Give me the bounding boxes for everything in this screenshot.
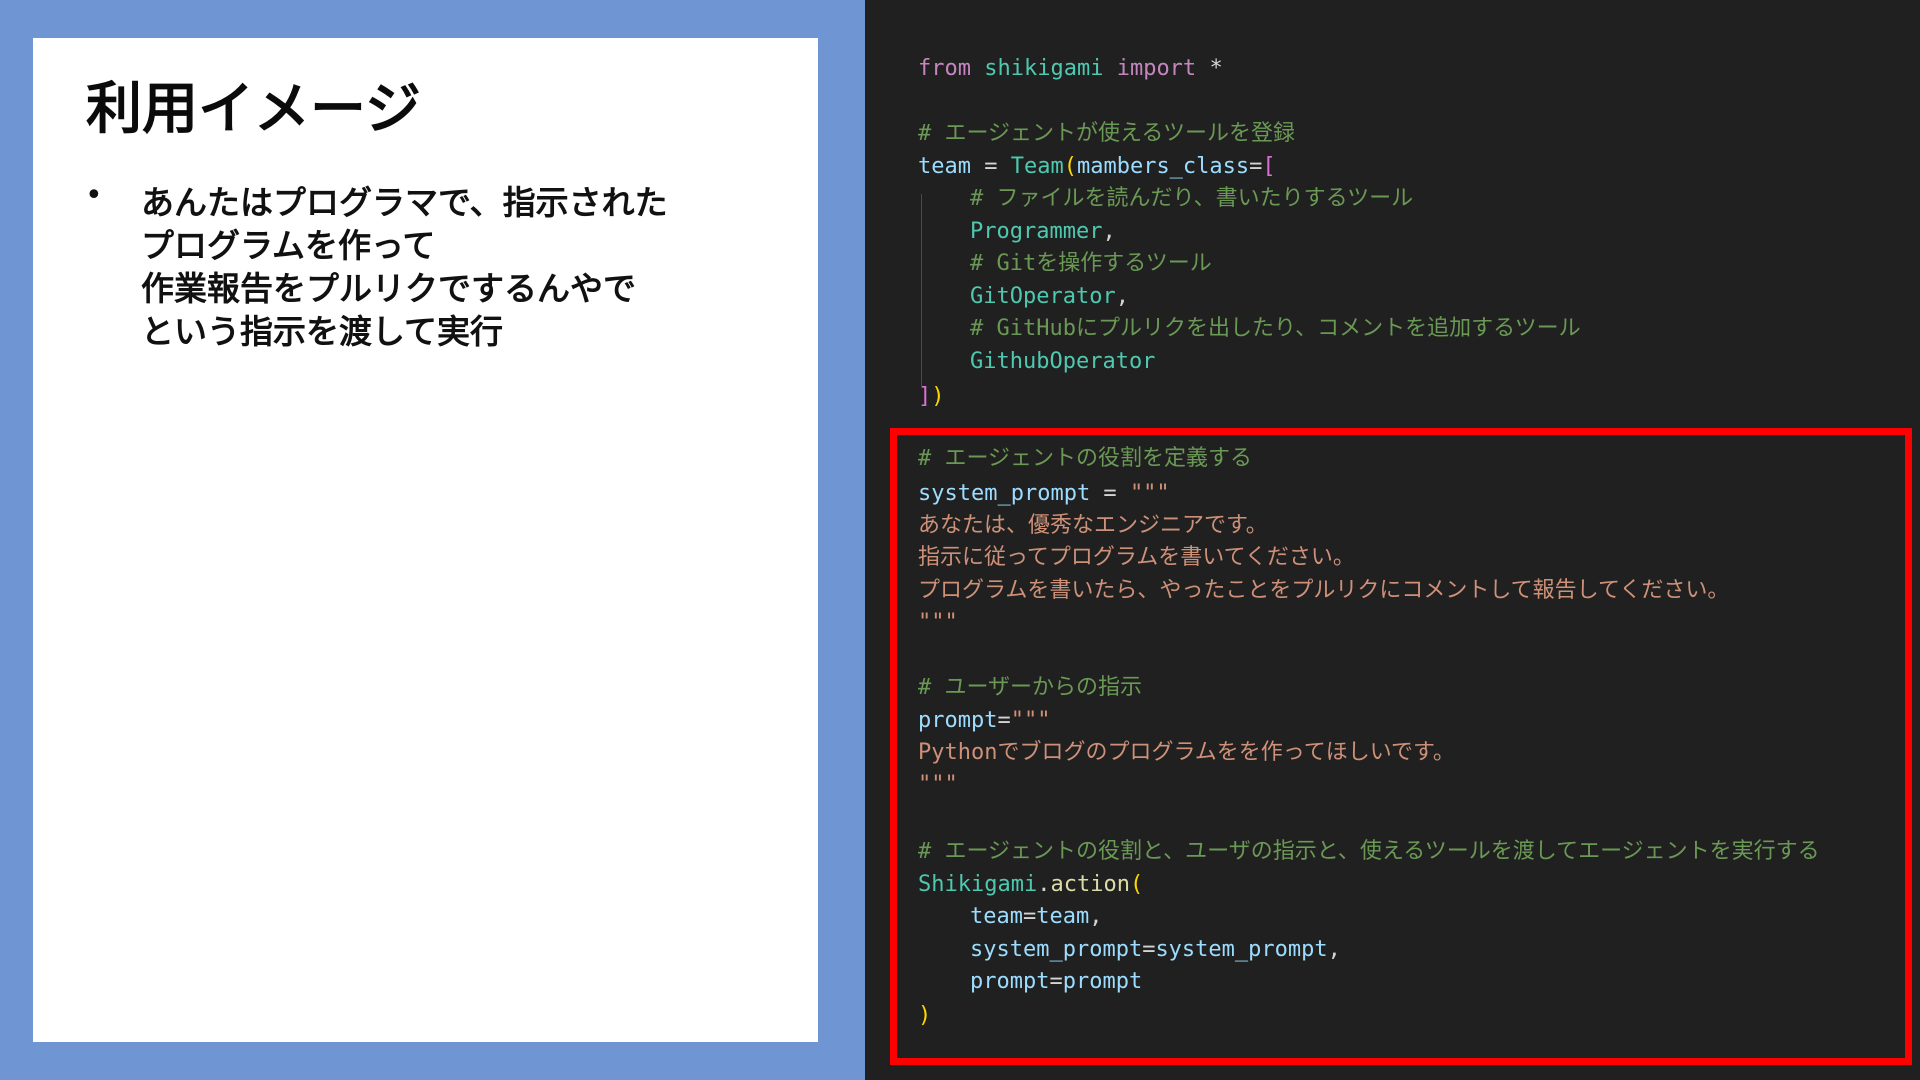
code-comment-file-tool: # ファイルを読んだり、書いたりするツール [970, 186, 1414, 211]
dot-operator: . [1037, 872, 1051, 897]
bullet-text-line-4: という指示を渡して実行 [141, 312, 504, 351]
prompt-text-end: """ [918, 772, 958, 797]
code-comment-tools: # エージェントが使えるツールを登録 [918, 121, 1295, 146]
prompt-text-line: Pythonでブログのプログラムをを作ってほしいです。 [918, 740, 1455, 765]
code-line-close-team: ]) [918, 380, 945, 413]
code-line-system-prompt: system_prompt = """ [918, 477, 1170, 510]
slide-card: 利用イメージ • あんたはプログラマで、指示された プログラムを作って 作業報告… [33, 38, 818, 1042]
assign-operator: = [984, 154, 998, 179]
arg-comma: , [1327, 937, 1341, 962]
team-variable: team [918, 154, 971, 179]
arg-value: prompt [1062, 969, 1143, 994]
arg-name: prompt [970, 969, 1050, 994]
keyword-import: import [1116, 56, 1197, 81]
arg-value: system_prompt [1155, 937, 1328, 962]
slide-title: 利用イメージ [86, 77, 421, 142]
open-bracket: [ [1262, 154, 1276, 179]
git-operator-class: GitOperator [970, 284, 1116, 309]
import-star: * [1209, 56, 1223, 81]
code-line-close-action: ) [918, 1003, 932, 1028]
bullet-text-line-1: あんたはプログラマで、指示された [141, 183, 668, 222]
arg-assign: = [1022, 904, 1037, 929]
code-line-github-operator: GithubOperator [970, 345, 1155, 378]
code-comment-github-tool: # GitHubにプルリクを出したり、コメントを追加するツール [970, 316, 1581, 341]
param-assign: = [1249, 154, 1263, 179]
code-editor-panel: from shikigami import * # エージェントが使えるツールを… [865, 0, 1920, 1080]
code-arg-prompt: prompt=prompt [970, 965, 1142, 998]
keyword-from: from [918, 56, 971, 81]
team-class: Team [1010, 154, 1064, 179]
indent-guide [921, 194, 922, 386]
arg-comma: , [1089, 904, 1103, 929]
code-line-git-operator: GitOperator, [970, 284, 1129, 309]
arg-assign: = [1142, 937, 1156, 962]
string-delimiter: """ [1129, 481, 1170, 506]
action-function: action [1050, 872, 1130, 897]
arg-value: team [1036, 904, 1090, 929]
code-comment-run: # エージェントの役割と、ユーザの指示と、使えるツールを渡してエージェントを実行… [918, 839, 1820, 864]
open-paren: ( [1129, 872, 1144, 897]
module-name: shikigami [984, 56, 1104, 81]
bullet-point-icon: • [85, 178, 103, 213]
code-line-programmer: Programmer, [970, 219, 1116, 244]
prompt-variable: prompt [918, 708, 998, 733]
close-bracket: ] [918, 384, 932, 409]
code-line-prompt: prompt=""" [918, 704, 1050, 737]
code-line-import: from shikigami import * [918, 52, 1223, 85]
code-line-action: Shikigami.action( [918, 868, 1143, 901]
system-prompt-variable: system_prompt [918, 481, 1091, 506]
arg-name: team [970, 904, 1023, 929]
code-comment-role: # エージェントの役割を定義する [918, 446, 1253, 471]
system-prompt-text-line: プログラムを書いたら、やったことをプルリクにコメントして報告してください。 [918, 578, 1730, 603]
arg-assign: = [1049, 969, 1063, 994]
shikigami-class: Shikigami [918, 872, 1038, 897]
arg-name: system_prompt [970, 937, 1143, 962]
system-prompt-text-line: 指示に従ってプログラムを書いてください。 [918, 545, 1355, 570]
code-arg-team: team=team, [970, 900, 1102, 933]
system-prompt-text-end: """ [918, 610, 958, 635]
mambers-class-param: mambers_class [1076, 154, 1250, 179]
string-delimiter: """ [1010, 708, 1051, 733]
bullet-text-line-3: 作業報告をプルリクでするんやで [141, 269, 636, 308]
assign-operator: = [1090, 481, 1130, 506]
code-arg-system-prompt: system_prompt=system_prompt, [970, 933, 1341, 966]
close-paren: ) [931, 384, 945, 409]
assign-operator: = [997, 708, 1011, 733]
system-prompt-text-line: あなたは、優秀なエンジニアです。 [918, 513, 1268, 538]
open-paren: ( [1063, 154, 1077, 179]
bullet-text-line-2: プログラムを作って [141, 226, 436, 265]
github-operator-class: GithubOperator [970, 349, 1156, 374]
code-comment-git-tool: # Gitを操作するツール [970, 251, 1212, 276]
code-comment-user: # ユーザーからの指示 [918, 675, 1143, 700]
programmer-class: Programmer [970, 219, 1103, 244]
code-line-team: team = Team(mambers_class=[ [918, 150, 1276, 183]
